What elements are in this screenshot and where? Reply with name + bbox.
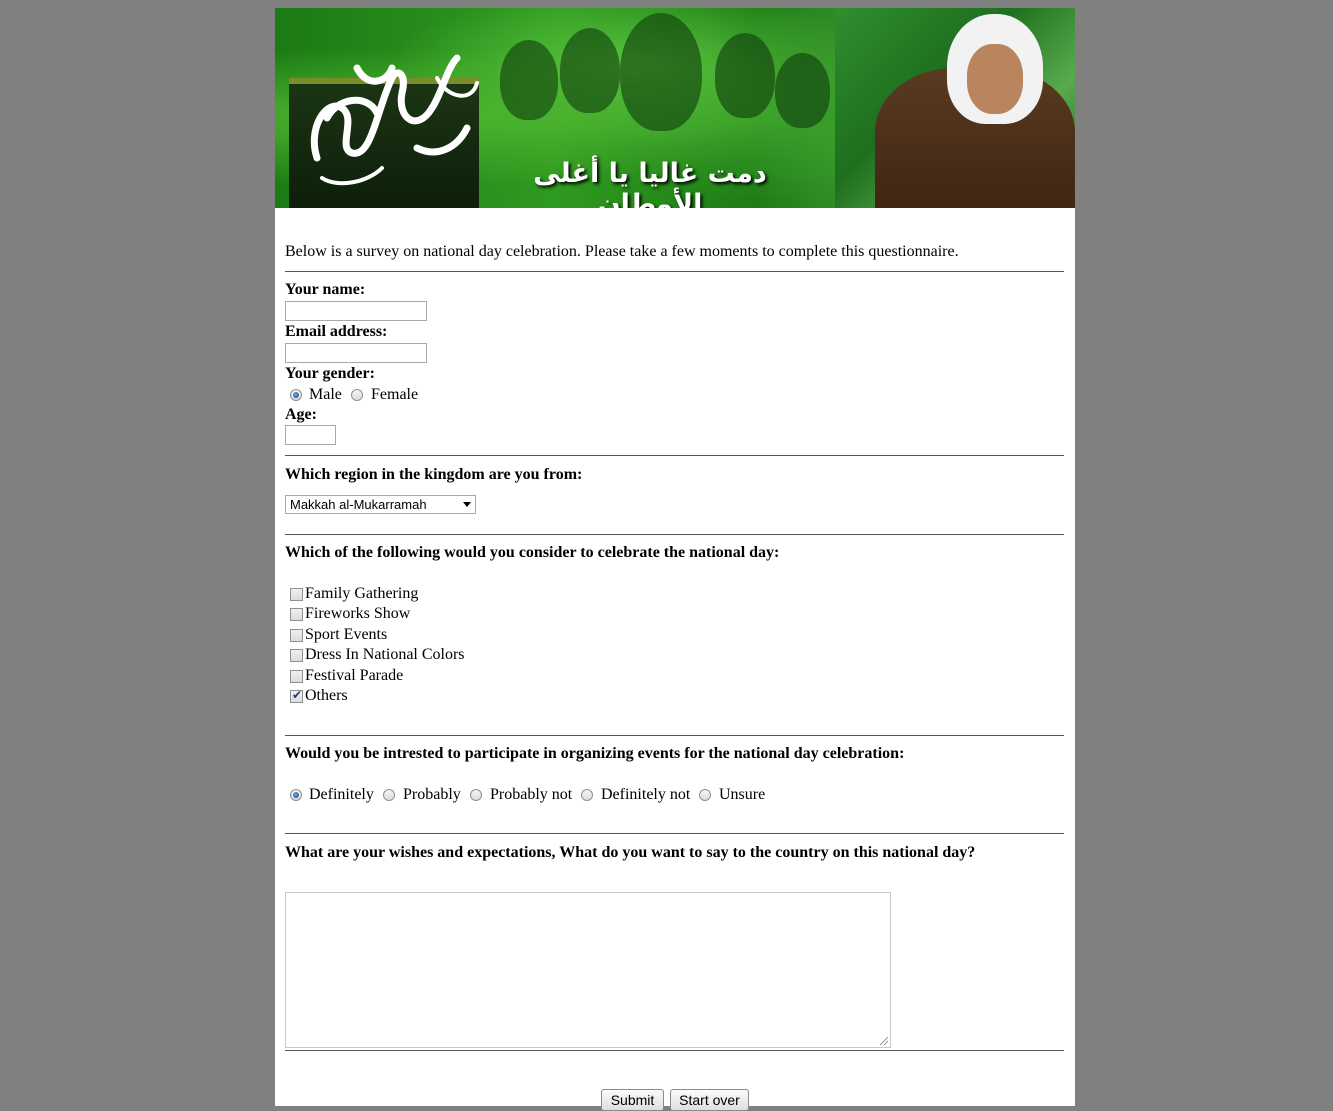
divider [285, 1050, 1064, 1051]
region-selected-value: Makkah al-Mukarramah [290, 497, 427, 512]
age-label: Age: [285, 406, 317, 423]
option-unsure: Unsure [719, 786, 766, 803]
option-definitely: Definitely [309, 786, 374, 803]
king-portrait [560, 28, 620, 113]
wishes-label: What are your wishes and expectations, W… [285, 844, 976, 861]
king-face [967, 44, 1023, 114]
king-portrait [715, 33, 775, 118]
option-dress-national-colors: Dress In National Colors [305, 646, 465, 663]
divider [285, 833, 1064, 834]
intro-text: Below is a survey on national day celebr… [285, 243, 959, 260]
divider [285, 735, 1064, 736]
option-others: Others [305, 687, 348, 704]
start-over-button[interactable]: Start over [670, 1089, 749, 1111]
radio-definitely[interactable] [290, 789, 302, 801]
king-portrait [775, 53, 830, 128]
option-probably-not: Probably not [490, 786, 573, 803]
checkbox-fireworks-show[interactable] [290, 608, 303, 621]
age-input[interactable] [285, 425, 336, 445]
calligraphy-logo [310, 54, 479, 186]
gender-female-radio[interactable] [351, 389, 363, 401]
option-festival-parade: Festival Parade [305, 667, 404, 684]
radio-probably[interactable] [383, 789, 395, 801]
banner-tagline: دمت غاليا يا أغلى الأوطان [533, 158, 767, 208]
radio-probably-not[interactable] [470, 789, 482, 801]
email-label: Email address: [285, 323, 388, 340]
radio-unsure[interactable] [699, 789, 711, 801]
gender-male-radio[interactable] [290, 389, 302, 401]
option-family-gathering: Family Gathering [305, 585, 419, 602]
email-input[interactable] [285, 343, 427, 363]
gender-female-label: Female [371, 386, 419, 403]
radio-definitely-not[interactable] [581, 789, 593, 801]
option-sport-events: Sport Events [305, 626, 388, 643]
option-definitely-not: Definitely not [601, 786, 691, 803]
divider [285, 534, 1064, 535]
king-portrait [500, 40, 558, 120]
celebrate-label: Which of the following would you conside… [285, 544, 780, 561]
divider [285, 455, 1064, 456]
checkbox-dress-national-colors[interactable] [290, 649, 303, 662]
dropdown-arrow-icon [463, 502, 471, 507]
checkbox-sport-events[interactable] [290, 629, 303, 642]
page-container: دمت غاليا يا أغلى الأوطان Below is a sur… [275, 8, 1075, 1111]
submit-button[interactable]: Submit [601, 1089, 664, 1111]
option-fireworks-show: Fireworks Show [305, 605, 411, 622]
checkbox-others[interactable] [290, 688, 303, 703]
participate-label: Would you be intrested to participate in… [285, 745, 905, 762]
checkbox-family-gathering[interactable] [290, 588, 303, 601]
region-select[interactable]: Makkah al-Mukarramah [285, 495, 476, 514]
region-label: Which region in the kingdom are you from… [285, 466, 583, 483]
wishes-textarea[interactable] [285, 892, 891, 1048]
gender-male-label: Male [309, 386, 342, 403]
divider [285, 271, 1064, 272]
king-portrait [620, 13, 702, 131]
name-input[interactable] [285, 301, 427, 321]
resize-grip-icon[interactable] [880, 1037, 888, 1045]
option-probably: Probably [403, 786, 461, 803]
checkbox-festival-parade[interactable] [290, 670, 303, 683]
gender-label: Your gender: [285, 365, 375, 382]
header-banner: دمت غاليا يا أغلى الأوطان [275, 8, 1075, 208]
name-label: Your name: [285, 281, 366, 298]
